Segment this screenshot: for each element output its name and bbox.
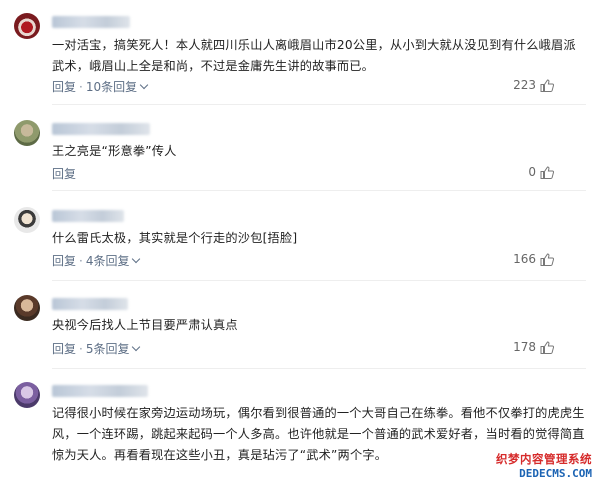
meta-separator: · [79,79,83,94]
username-blurred[interactable] [52,16,130,28]
user-avatar[interactable] [14,295,40,321]
like-button[interactable]: 166 [513,252,554,266]
replies-count-label: 4条回复 [85,254,130,268]
meta-separator: · [79,253,83,268]
view-replies-button[interactable]: 10条回复 [85,78,149,95]
like-count: 223 [513,78,536,92]
site-watermark: 织梦内容管理系统 DEDECMS.COM [476,451,594,485]
comment-text: 一对活宝，搞笑死人！本人就四川乐山人离峨眉山市20公里，从小到大就从没见到有什么… [52,38,576,73]
chevron-down-icon [139,80,149,89]
reply-button[interactable]: 回复 [52,252,76,269]
comment-text: 什么雷氏太极，其实就是个行走的沙包[捂脸] [52,231,298,245]
username-blurred[interactable] [52,298,128,310]
comment-text: 央视今后找人上节目要严肃认真点 [52,318,238,332]
comment-divider [52,104,586,105]
view-replies-button[interactable]: 5条回复 [85,340,141,357]
username-blurred[interactable] [52,123,150,135]
user-avatar[interactable] [14,13,40,39]
watermark-title: 织梦内容管理系统 [496,452,592,466]
user-avatar[interactable] [14,120,40,146]
comment-divider [52,190,586,191]
comment-meta: 回复 · 5条回复 [52,340,141,357]
comment-divider [52,280,586,281]
username-blurred[interactable] [52,385,148,397]
username-blurred[interactable] [52,210,124,222]
watermark-domain: DEDECMS.COM [519,467,592,480]
replies-count-label: 5条回复 [85,342,130,356]
like-count: 178 [513,340,536,354]
comment-meta: 回复 · 10条回复 [52,78,149,95]
like-count: 0 [528,165,536,179]
like-button[interactable]: 178 [513,340,554,354]
comment-text: 王之亮是“形意拳”传人 [52,144,177,158]
like-button[interactable]: 223 [513,78,554,92]
thumbs-up-icon [540,252,554,266]
user-avatar[interactable] [14,382,40,408]
chevron-down-icon [132,342,141,351]
view-replies-button[interactable]: 4条回复 [85,252,141,269]
chevron-down-icon [132,254,141,263]
reply-button[interactable]: 回复 [52,340,76,357]
user-avatar[interactable] [14,207,40,233]
meta-separator: · [79,341,83,356]
like-button[interactable]: 0 [528,165,554,179]
thumbs-up-icon [540,165,554,179]
thumbs-up-icon [540,78,554,92]
comment-divider [52,368,586,369]
comment-meta: 回复 [52,165,76,182]
reply-button[interactable]: 回复 [52,165,76,182]
replies-count-label: 10条回复 [85,80,138,94]
thumbs-up-icon [540,340,554,354]
reply-button[interactable]: 回复 [52,78,76,95]
like-count: 166 [513,252,536,266]
comment-meta: 回复 · 4条回复 [52,252,141,269]
